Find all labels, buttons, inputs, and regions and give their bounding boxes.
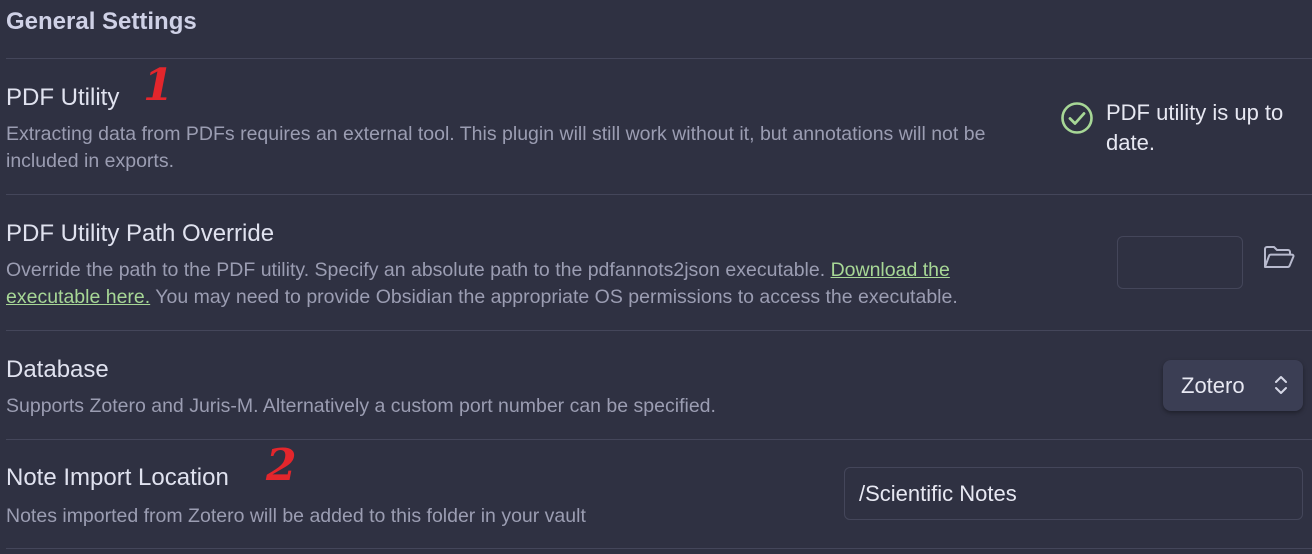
divider [6,548,1312,549]
check-circle-icon [1061,102,1093,134]
folder-open-icon [1264,246,1295,268]
annotation-marker-2: 2 [266,440,297,491]
setting-desc-path-override: Override the path to the PDF utility. Sp… [6,257,1036,311]
section-title: General Settings [6,8,197,35]
setting-name-pdf-utility: PDF Utility [6,84,120,111]
desc-text-after: You may need to provide Obsidian the app… [155,286,958,308]
setting-name-path-override: PDF Utility Path Override [6,220,275,247]
browse-folder-button[interactable] [1262,243,1296,273]
pdf-utility-status: PDF utility is up to date. [1060,98,1310,158]
desc-text-before: Override the path to the PDF utility. Sp… [6,259,826,281]
database-selected-value: Zotero [1181,372,1245,398]
setting-name-note-import-location: Note Import Location [6,464,229,491]
setting-name-database: Database [6,356,109,383]
chevron-up-down-icon [1275,376,1287,394]
annotation-marker-1: 1 [143,60,174,111]
status-text: PDF utility is up to date. [1106,100,1284,155]
database-select[interactable]: Zotero [1163,360,1303,411]
setting-desc-note-import-location: Notes imported from Zotero will be added… [6,505,586,527]
note-import-location-input[interactable]: /Scientific Notes [844,467,1303,520]
pdf-utility-path-input[interactable] [1117,236,1243,289]
divider [6,439,1312,440]
note-import-location-value: /Scientific Notes [859,480,1017,506]
divider [6,58,1312,59]
divider [6,330,1312,331]
settings-page: General Settings PDF Utility 1 Extractin… [0,0,1312,554]
setting-desc-database: Supports Zotero and Juris-M. Alternative… [6,395,716,417]
divider [6,194,1312,195]
setting-desc-pdf-utility: Extracting data from PDFs requires an ex… [6,123,986,172]
